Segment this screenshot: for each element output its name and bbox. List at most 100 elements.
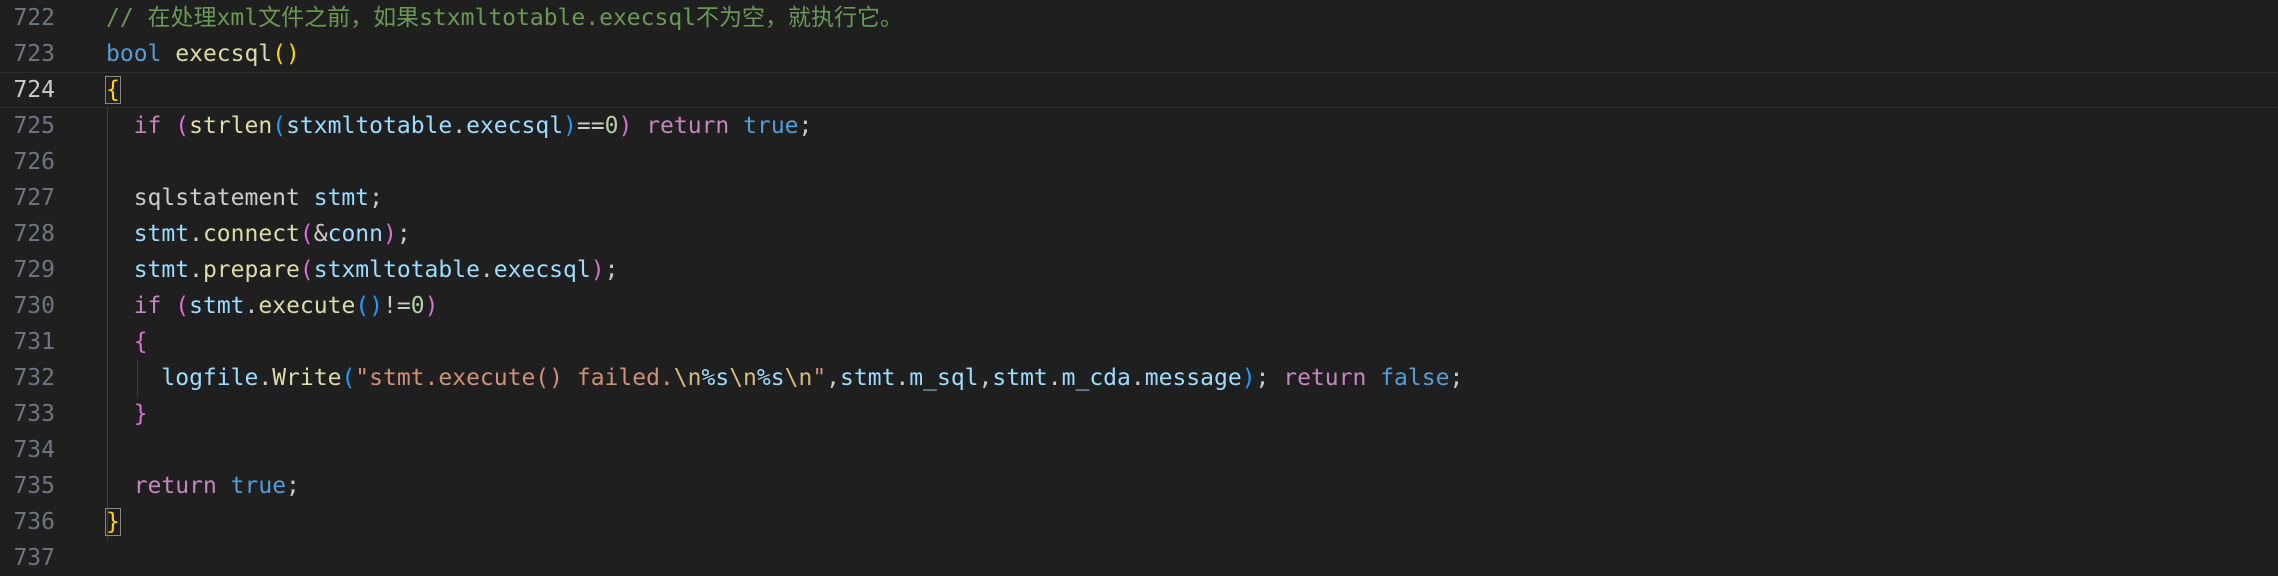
code-token-variable: execsql xyxy=(466,113,564,139)
line-number[interactable]: 726 xyxy=(0,144,55,180)
code-token-keyword: false xyxy=(1380,365,1450,391)
code-line[interactable]: 722 // 在处理xml文件之前，如果stxmltotable.execsql不… xyxy=(0,0,2278,36)
code-token-control: return xyxy=(1283,365,1367,391)
code-line[interactable]: 723 bool execsql() xyxy=(0,36,2278,72)
code-token-variable: logfile xyxy=(161,365,259,391)
code-token-default xyxy=(161,113,175,139)
code-token-default xyxy=(217,473,231,499)
line-code[interactable]: { xyxy=(106,324,148,360)
line-code[interactable]: bool execsql() xyxy=(106,36,300,72)
code-token-bracket3: ( xyxy=(272,113,287,139)
code-token-variable: message xyxy=(1144,365,1242,391)
code-token-variable: stmt xyxy=(133,257,190,283)
code-token-bracket1: { xyxy=(105,76,121,104)
code-line[interactable]: 736} xyxy=(0,504,2278,540)
line-number[interactable]: 727 xyxy=(0,180,55,216)
line-code[interactable]: // 在处理xml文件之前，如果stxmltotable.execsql不为空，… xyxy=(106,0,903,36)
code-line[interactable]: 726 xyxy=(0,144,2278,180)
code-token-default: . xyxy=(189,257,203,283)
code-token-default xyxy=(106,221,134,247)
line-number[interactable]: 736 xyxy=(0,504,55,540)
code-token-default: . xyxy=(479,257,494,283)
code-line[interactable]: 734 xyxy=(0,432,2278,468)
code-token-variable: stmt xyxy=(133,221,190,247)
line-number[interactable]: 729 xyxy=(0,252,55,288)
code-token-default: . xyxy=(244,293,259,319)
line-code[interactable]: { xyxy=(105,72,121,108)
line-code[interactable]: sqlstatement stmt; xyxy=(106,180,383,216)
code-line[interactable]: 725 if (strlen(stxmltotable.execsql)==0)… xyxy=(0,108,2278,144)
code-token-number: 0 xyxy=(410,293,425,319)
line-number[interactable]: 734 xyxy=(0,432,55,468)
line-number[interactable]: 725 xyxy=(0,108,55,144)
code-token-variable: stmt xyxy=(840,365,896,391)
code-token-bracket1: } xyxy=(105,508,121,536)
line-number[interactable]: 728 xyxy=(0,216,55,252)
line-number[interactable]: 724 xyxy=(0,72,55,108)
code-token-default: . xyxy=(895,365,910,391)
code-line[interactable]: 733 } xyxy=(0,396,2278,432)
code-token-bracket2: ( xyxy=(299,221,314,247)
code-token-default: . xyxy=(189,221,203,247)
code-token-default xyxy=(106,113,134,139)
line-number[interactable]: 732 xyxy=(0,360,55,396)
code-token-variable: stmt xyxy=(992,365,1048,391)
code-token-default: ; xyxy=(1449,365,1464,391)
line-number[interactable]: 723 xyxy=(0,36,55,72)
code-token-variable: execsql xyxy=(493,257,591,283)
line-number[interactable]: 731 xyxy=(0,324,55,360)
code-token-bracket1: () xyxy=(272,41,300,67)
code-token-default xyxy=(161,293,175,319)
code-line[interactable]: 730 if (stmt.execute()!=0) xyxy=(0,288,2278,324)
code-token-default xyxy=(729,113,743,139)
code-token-default xyxy=(632,113,646,139)
line-code[interactable]: stmt.prepare(stxmltotable.execsql); xyxy=(106,252,619,288)
code-token-bracket3: ( xyxy=(341,365,356,391)
code-token-control: if xyxy=(133,293,162,319)
code-line[interactable]: 737 xyxy=(0,540,2278,576)
code-line[interactable]: 732 logfile.Write("stmt.execute() failed… xyxy=(0,360,2278,396)
code-token-string: " xyxy=(812,365,827,391)
line-number[interactable]: 733 xyxy=(0,396,55,432)
code-token-bracket2: { xyxy=(133,329,148,355)
code-token-bracket3: () xyxy=(355,293,384,319)
code-token-control: return xyxy=(133,473,217,499)
code-token-escape: \n xyxy=(673,365,702,391)
code-token-function: strlen xyxy=(189,113,273,139)
code-token-comment: // 在处理xml文件之前，如果stxmltotable.execsql不为空，… xyxy=(106,5,904,31)
code-token-variable: %s xyxy=(756,365,785,391)
code-token-default: != xyxy=(383,293,411,319)
line-number[interactable]: 730 xyxy=(0,288,55,324)
code-token-default xyxy=(1366,365,1380,391)
line-number[interactable]: 722 xyxy=(0,0,55,36)
line-code[interactable]: return true; xyxy=(106,468,300,504)
line-code[interactable]: } xyxy=(106,396,148,432)
line-number[interactable]: 737 xyxy=(0,540,55,576)
code-token-control: return xyxy=(646,113,730,139)
code-token-function: connect xyxy=(202,221,300,247)
code-line[interactable]: 735 return true; xyxy=(0,468,2278,504)
code-token-bracket2: ) xyxy=(383,221,397,247)
code-token-bracket2: ) xyxy=(618,113,633,139)
code-editor[interactable]: 722 // 在处理xml文件之前，如果stxmltotable.execsql不… xyxy=(0,0,2278,574)
code-token-keyword: true xyxy=(743,113,799,139)
code-line[interactable]: 727 sqlstatement stmt; xyxy=(0,180,2278,216)
code-token-default: , xyxy=(826,365,841,391)
code-token-default: , xyxy=(978,365,993,391)
line-code[interactable]: } xyxy=(105,504,121,540)
line-code[interactable]: if (stmt.execute()!=0) xyxy=(106,288,439,324)
code-line[interactable]: 728 stmt.connect(&conn); xyxy=(0,216,2278,252)
line-code[interactable]: logfile.Write("stmt.execute() failed.\n%… xyxy=(106,360,1463,396)
code-token-default: sqlstatement xyxy=(106,185,314,211)
line-code[interactable]: if (strlen(stxmltotable.execsql)==0) ret… xyxy=(106,108,813,144)
code-token-default: == xyxy=(576,113,605,139)
line-number[interactable]: 735 xyxy=(0,468,55,504)
line-code[interactable]: stmt.connect(&conn); xyxy=(106,216,411,252)
code-token-variable: m_cda xyxy=(1061,365,1131,391)
code-line[interactable]: 731 { xyxy=(0,324,2278,360)
code-token-bracket3: ) xyxy=(1241,365,1256,391)
code-token-default xyxy=(161,41,175,67)
code-line[interactable]: 729 stmt.prepare(stxmltotable.execsql); xyxy=(0,252,2278,288)
code-line[interactable]: 724 { xyxy=(0,72,2278,108)
code-token-function: Write xyxy=(272,365,342,391)
